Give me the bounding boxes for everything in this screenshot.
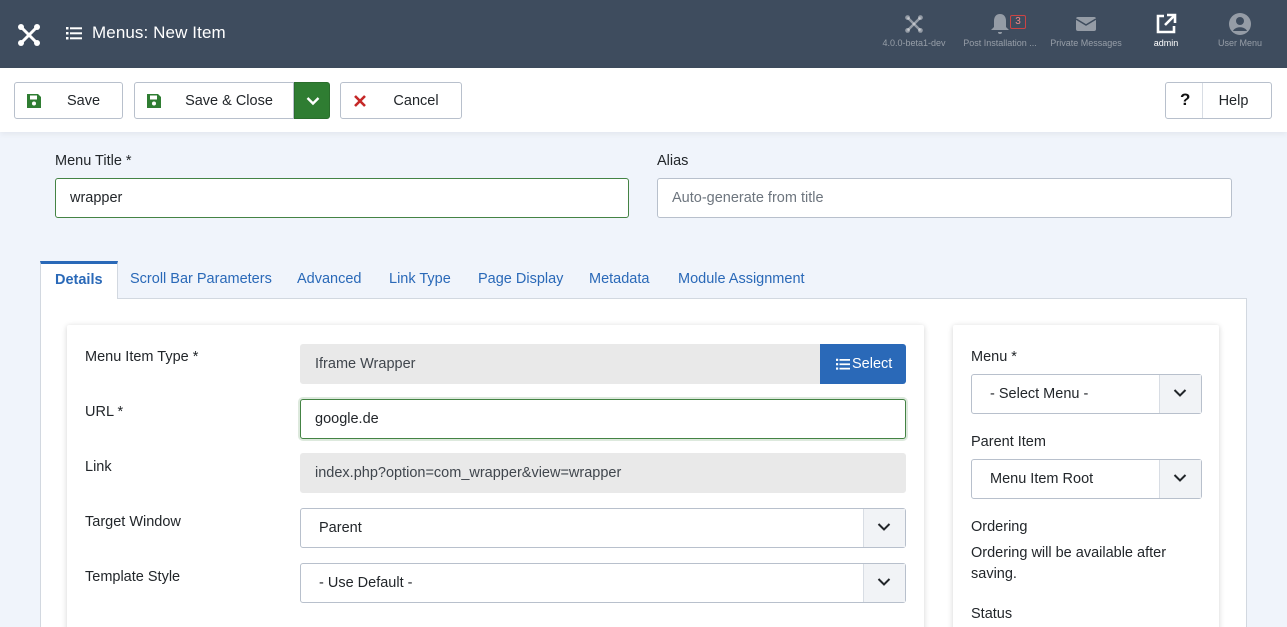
tab-page-display[interactable]: Page Display [478, 261, 563, 299]
site-link-admin[interactable]: admin [1136, 12, 1196, 48]
envelope-icon [1075, 17, 1097, 31]
chevron-down-icon [1159, 375, 1201, 413]
template-style-value: - Use Default - [319, 575, 413, 591]
save-close-label: Save & Close [185, 92, 273, 109]
select-button-label: Select [852, 356, 893, 372]
target-window-value: Parent [319, 520, 362, 536]
toolbar: Save Save & Close Cancel ? Help [0, 68, 1287, 132]
target-window-label: Target Window [85, 514, 181, 530]
joomla-icon [905, 15, 923, 33]
version-label: 4.0.0-beta1-dev [882, 38, 946, 48]
chevron-down-icon [863, 509, 905, 547]
user-menu-label: User Menu [1217, 38, 1262, 48]
external-link-icon [1156, 13, 1177, 34]
list-icon [836, 358, 850, 370]
cancel-button[interactable]: Cancel [340, 82, 462, 119]
save-options-dropdown[interactable] [294, 82, 330, 119]
menu-label: Menu * [971, 349, 1017, 365]
page-title: Menus: New Item [92, 23, 226, 42]
private-messages[interactable]: Private Messages [1044, 12, 1128, 48]
tab-scroll-bar-parameters[interactable]: Scroll Bar Parameters [130, 261, 272, 299]
target-window-select[interactable]: Parent [300, 508, 906, 548]
private-messages-label: Private Messages [1050, 38, 1122, 48]
bell-icon [991, 14, 1009, 34]
alias-label: Alias [657, 153, 689, 169]
user-menu[interactable]: User Menu [1208, 12, 1272, 48]
version-indicator[interactable]: 4.0.0-beta1-dev [872, 12, 956, 48]
help-button[interactable]: ? Help [1165, 82, 1272, 119]
admin-label: admin [1153, 38, 1179, 48]
user-icon [1229, 13, 1251, 35]
post-installation-label: Post Installation ... [963, 38, 1037, 48]
tab-details[interactable]: Details [40, 261, 118, 299]
template-style-select[interactable]: - Use Default - [300, 563, 906, 603]
parent-item-select[interactable]: Menu Item Root [971, 459, 1202, 499]
tab-advanced[interactable]: Advanced [297, 261, 362, 299]
select-menu-item-type-button[interactable]: Select [820, 344, 906, 384]
alias-input[interactable]: Auto-generate from title [657, 178, 1232, 218]
menu-item-type-field: Iframe Wrapper [300, 344, 821, 384]
menu-select-value: - Select Menu - [990, 386, 1089, 402]
menu-title-input[interactable]: wrapper [55, 178, 629, 218]
save-button[interactable]: Save [14, 82, 123, 119]
menu-select[interactable]: - Select Menu - [971, 374, 1202, 414]
template-style-label: Template Style [85, 569, 181, 585]
url-label: URL * [85, 404, 124, 420]
menu-item-type-label: Menu Item Type * [85, 349, 199, 365]
url-input[interactable]: google.de [300, 399, 906, 439]
link-field: index.php?option=com_wrapper&view=wrappe… [300, 453, 906, 493]
cancel-label: Cancel [393, 92, 439, 109]
post-installation-messages[interactable]: 3 Post Installation ... [958, 12, 1042, 48]
chevron-down-icon [306, 97, 320, 106]
chevron-down-icon [863, 564, 905, 602]
header-bar: Menus: New Item 4.0.0-beta1-dev 3 Post I… [0, 0, 1287, 68]
status-label: Status [971, 606, 1013, 622]
ordering-text: Ordering will be available after saving. [971, 545, 1167, 582]
link-label: Link [85, 459, 112, 475]
tab-module-assignment[interactable]: Module Assignment [678, 261, 805, 299]
ordering-label: Ordering [971, 519, 1028, 535]
list-icon [66, 27, 82, 40]
chevron-down-icon [1159, 460, 1201, 498]
joomla-logo-icon[interactable] [14, 20, 44, 50]
notification-badge: 3 [1010, 15, 1026, 29]
save-close-button[interactable]: Save & Close [134, 82, 294, 119]
parent-item-label: Parent Item [971, 434, 1046, 450]
tab-metadata[interactable]: Metadata [589, 261, 649, 299]
save-label: Save [66, 92, 101, 109]
menu-title-label: Menu Title * [55, 153, 132, 169]
parent-item-value: Menu Item Root [990, 471, 1094, 487]
tab-link-type[interactable]: Link Type [389, 261, 451, 299]
help-label: Help [1218, 92, 1249, 109]
